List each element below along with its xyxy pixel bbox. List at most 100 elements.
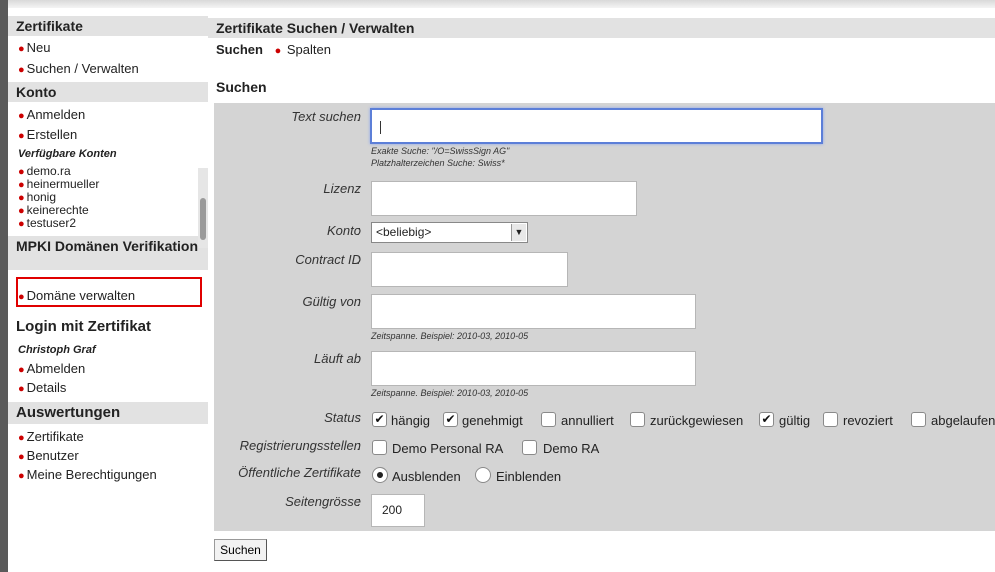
bullet-icon: ●	[18, 383, 25, 395]
sidebar-item-label: Abmelden	[26, 361, 86, 376]
radio-selected-dot	[377, 472, 383, 478]
option-label: gültig	[779, 413, 811, 428]
check-icon: ✔	[445, 412, 456, 426]
tab-suchen[interactable]: Suchen	[216, 42, 263, 57]
bullet-icon: ●	[18, 166, 25, 178]
sidebar-item-label: Meine Berechtigungen	[26, 467, 157, 482]
label-text-suchen: Text suchen	[291, 109, 361, 124]
seitengroesse-input[interactable]: 200	[371, 494, 425, 527]
tab-spalten[interactable]: ● Spalten	[275, 42, 331, 57]
sidebar-heading-mpki: MPKI Domänen Verifikation	[8, 236, 208, 270]
account-label: keinerechte	[26, 203, 89, 217]
sidebar-item-neu[interactable]: ● Neu	[18, 40, 51, 55]
gueltig-von-input[interactable]	[371, 294, 696, 329]
hint-platzhalter: Platzhalterzeichen Suche: Swiss*	[371, 158, 505, 168]
window-frame-top	[8, 0, 995, 8]
checkbox-zurueckgewiesen[interactable]	[630, 412, 645, 427]
laeuft-ab-input[interactable]	[371, 351, 696, 386]
sidebar-heading-konto: Konto	[8, 82, 208, 102]
accounts-scrollbar-thumb[interactable]	[200, 198, 206, 240]
sidebar-subheading-konten: Verfügbare Konten	[18, 148, 117, 160]
checkbox-annulliert[interactable]	[541, 412, 556, 427]
bullet-icon: ●	[18, 364, 25, 376]
logged-in-user: Christoph Graf	[18, 344, 96, 356]
sidebar-item-label: Erstellen	[26, 127, 78, 142]
sidebar-item-label: Benutzer	[26, 448, 79, 463]
sidebar-heading-login: Login mit Zertifikat	[8, 316, 208, 338]
label-laeuft-ab: Läuft ab	[314, 351, 361, 366]
hint-gueltig-von: Zeitspanne. Beispiel: 2010-03, 2010-05	[371, 331, 529, 341]
label-status: Status	[324, 410, 361, 425]
label-seitengroesse: Seitengrösse	[285, 494, 361, 509]
account-label: testuser2	[26, 216, 77, 230]
bullet-icon: ●	[18, 192, 25, 204]
bullet-icon: ●	[18, 130, 25, 142]
chevron-down-icon[interactable]: ▼	[511, 224, 526, 241]
section-title: Suchen	[216, 79, 267, 95]
bullet-icon: ●	[18, 432, 25, 444]
sub-navigation: Suchen ● Spalten	[216, 42, 331, 57]
lizenz-input[interactable]	[371, 181, 637, 216]
option-label: Einblenden	[496, 469, 562, 484]
option-label: Demo Personal RA	[392, 441, 504, 456]
sidebar-item-zertifikate[interactable]: ● Zertifikate	[18, 429, 84, 444]
checkbox-demo-personal-ra[interactable]	[372, 440, 387, 455]
label-colon: :	[357, 438, 361, 453]
bullet-icon: ●	[18, 470, 25, 482]
checkbox-revoziert[interactable]	[823, 412, 838, 427]
text-suchen-input[interactable]	[370, 108, 823, 144]
bullet-icon: ●	[18, 451, 25, 463]
option-label: annulliert	[561, 413, 614, 428]
konto-selected-value: <beliebig>	[376, 225, 432, 239]
sidebar-heading-auswertungen: Auswertungen	[8, 402, 208, 424]
label-oeffentliche-zertifikate: Öffentliche Zertifikate	[238, 465, 361, 480]
bullet-icon: ●	[18, 43, 25, 55]
checkbox-abgelaufen[interactable]	[911, 412, 926, 427]
label-gueltig-von: Gültig von	[302, 294, 361, 309]
sidebar-item-anmelden[interactable]: ● Anmelden	[18, 107, 85, 122]
sidebar-item-abmelden[interactable]: ● Abmelden	[18, 361, 85, 376]
tab-spalten-label: Spalten	[286, 42, 331, 57]
sidebar-item-details[interactable]: ● Details	[18, 380, 66, 395]
bullet-icon: ●	[18, 110, 25, 122]
window-frame-left	[0, 0, 8, 572]
label-colon: :	[357, 181, 361, 196]
checkbox-genehmigt[interactable]: ✔	[443, 412, 458, 427]
text-cursor	[380, 121, 381, 134]
radio-einblenden[interactable]	[475, 467, 491, 483]
label-registrierungsstellen: Registrierungsstellen	[239, 438, 361, 453]
sidebar: Zertifikate ● Neu ● Suchen / Verwalten Kon…	[8, 8, 208, 572]
sidebar-item-suchen-verwalten[interactable]: ● Suchen / Verwalten	[18, 61, 139, 76]
checkbox-gueltig[interactable]: ✔	[759, 412, 774, 427]
label-colon: :	[357, 252, 361, 267]
label-colon: :	[357, 109, 361, 124]
account-label: honig	[26, 190, 57, 204]
account-label: demo.ra	[26, 164, 71, 178]
sidebar-item-label: Details	[26, 380, 67, 395]
sidebar-item-berechtigungen[interactable]: ● Meine Berechtigungen	[18, 467, 157, 482]
account-label: heinermueller	[26, 177, 100, 191]
check-icon: ✔	[761, 412, 772, 426]
hint-exakte-suche: Exakte Suche: "/O=SwissSign AG"	[371, 146, 510, 156]
label-lizenz: Lizenz	[323, 181, 361, 196]
bullet-icon: ●	[274, 45, 282, 57]
label-colon: :	[357, 410, 361, 425]
option-label: Demo RA	[543, 441, 600, 456]
account-item[interactable]: ● testuser2	[18, 217, 76, 231]
search-submit-button[interactable]: Suchen	[214, 539, 267, 561]
bullet-icon: ●	[18, 179, 25, 191]
bullet-icon: ●	[18, 205, 25, 217]
sidebar-item-label: Zertifikate	[26, 429, 84, 444]
contract-id-input[interactable]	[371, 252, 568, 287]
sidebar-item-erstellen[interactable]: ● Erstellen	[18, 127, 77, 142]
sidebar-heading-zertifikate: Zertifikate	[8, 16, 208, 36]
radio-ausblenden[interactable]	[372, 467, 388, 483]
konto-select[interactable]: <beliebig> ▼	[371, 222, 528, 243]
sidebar-item-benutzer[interactable]: ● Benutzer	[18, 448, 79, 463]
label-colon: :	[357, 494, 361, 509]
checkbox-haengig[interactable]: ✔	[372, 412, 387, 427]
bullet-icon: ●	[18, 64, 25, 76]
highlight-box	[16, 277, 202, 307]
checkbox-demo-ra[interactable]	[522, 440, 537, 455]
option-label: revoziert	[843, 413, 893, 428]
